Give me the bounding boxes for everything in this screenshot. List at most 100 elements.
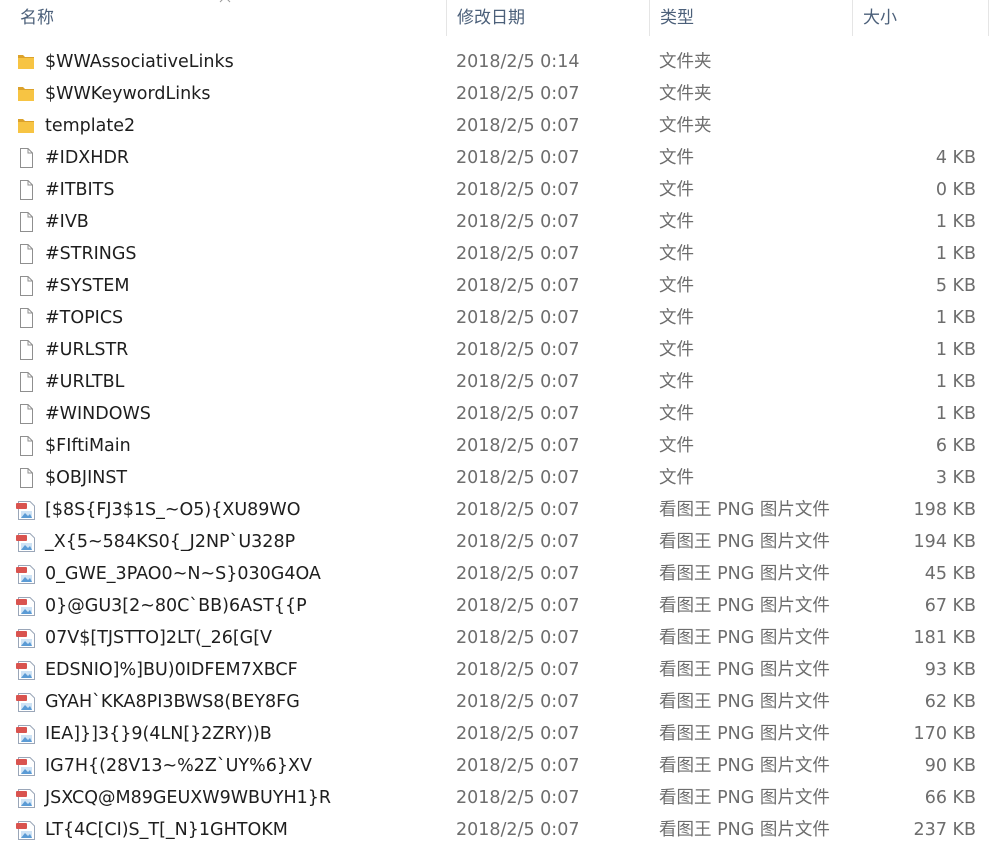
file-row[interactable]: #URLSTR 2018/2/5 0:07 文件 1 KB xyxy=(0,334,1001,366)
file-row[interactable]: 07V$[TJSTTO]2LT(_26[G[V 2018/2/5 0:07 看图… xyxy=(0,622,1001,654)
file-name: #TOPICS xyxy=(45,308,124,328)
file-modified-date: 2018/2/5 0:07 xyxy=(456,820,580,840)
file-row[interactable]: 0_GWE_3PAO0~N~S}030G4OA 2018/2/5 0:07 看图… xyxy=(0,558,1001,590)
file-row[interactable]: #URLTBL 2018/2/5 0:07 文件 1 KB xyxy=(0,366,1001,398)
file-size: 3 KB xyxy=(935,468,976,488)
file-modified-date: 2018/2/5 0:07 xyxy=(456,244,580,264)
png-image-icon xyxy=(15,564,37,584)
file-name: $WWAssociativeLinks xyxy=(45,52,234,72)
file-modified-date: 2018/2/5 0:07 xyxy=(456,436,580,456)
column-header-date[interactable]: 修改日期 xyxy=(447,0,649,36)
file-size: 62 KB xyxy=(924,692,976,712)
file-type: 文件 xyxy=(659,468,694,488)
file-row[interactable]: IG7H{(28V13~%2Z`UY%6}XV 2018/2/5 0:07 看图… xyxy=(0,750,1001,782)
file-type: 文件 xyxy=(659,436,694,456)
file-icon xyxy=(15,244,37,264)
file-name: #STRINGS xyxy=(45,244,137,264)
file-name: $FIftiMain xyxy=(45,436,131,456)
file-icon xyxy=(15,372,37,392)
file-icon xyxy=(15,148,37,168)
file-row[interactable]: #ITBITS 2018/2/5 0:07 文件 0 KB xyxy=(0,174,1001,206)
folder-icon xyxy=(15,52,37,72)
column-header-name[interactable]: 名称 xyxy=(20,0,445,36)
file-icon xyxy=(15,468,37,488)
file-type: 看图王 PNG 图片文件 xyxy=(659,532,830,552)
file-row[interactable]: $WWKeywordLinks 2018/2/5 0:07 文件夹 xyxy=(0,78,1001,110)
column-header-size[interactable]: 大小 xyxy=(853,0,988,36)
file-modified-date: 2018/2/5 0:07 xyxy=(456,84,580,104)
file-modified-date: 2018/2/5 0:07 xyxy=(456,116,580,136)
file-modified-date: 2018/2/5 0:07 xyxy=(456,788,580,808)
file-row[interactable]: #WINDOWS 2018/2/5 0:07 文件 1 KB xyxy=(0,398,1001,430)
file-row[interactable]: #STRINGS 2018/2/5 0:07 文件 1 KB xyxy=(0,238,1001,270)
file-size: 4 KB xyxy=(935,148,976,168)
file-list: $WWAssociativeLinks 2018/2/5 0:14 文件夹 $W… xyxy=(0,46,1001,846)
file-row[interactable]: GYAH`KKA8PI3BWS8(BEY8FG 2018/2/5 0:07 看图… xyxy=(0,686,1001,718)
file-row[interactable]: 0}@GU3[2~80C`BB)6AST{{P 2018/2/5 0:07 看图… xyxy=(0,590,1001,622)
png-image-icon xyxy=(15,596,37,616)
file-modified-date: 2018/2/5 0:07 xyxy=(456,564,580,584)
file-icon xyxy=(15,404,37,424)
file-type: 文件 xyxy=(659,148,694,168)
file-row[interactable]: #IDXHDR 2018/2/5 0:07 文件 4 KB xyxy=(0,142,1001,174)
file-row[interactable]: $OBJINST 2018/2/5 0:07 文件 3 KB xyxy=(0,462,1001,494)
file-type: 看图王 PNG 图片文件 xyxy=(659,756,830,776)
file-row[interactable]: _X{5~584KS0{_J2NP`U328P 2018/2/5 0:07 看图… xyxy=(0,526,1001,558)
file-size: 45 KB xyxy=(924,564,976,584)
file-row[interactable]: $FIftiMain 2018/2/5 0:07 文件 6 KB xyxy=(0,430,1001,462)
file-size: 1 KB xyxy=(935,308,976,328)
file-name: LT{4C[CI)S_T[_N}1GHTOKM xyxy=(45,820,288,840)
file-type: 看图王 PNG 图片文件 xyxy=(659,628,830,648)
file-row[interactable]: #TOPICS 2018/2/5 0:07 文件 1 KB xyxy=(0,302,1001,334)
file-modified-date: 2018/2/5 0:07 xyxy=(456,276,580,296)
file-type: 看图王 PNG 图片文件 xyxy=(659,788,830,808)
file-name: [$8S{FJ3$1S_~O5){XU89WO xyxy=(45,500,301,520)
png-image-icon xyxy=(15,660,37,680)
file-modified-date: 2018/2/5 0:07 xyxy=(456,628,580,648)
file-modified-date: 2018/2/5 0:07 xyxy=(456,596,580,616)
png-image-icon xyxy=(15,788,37,808)
column-separator[interactable] xyxy=(988,0,989,36)
file-size: 67 KB xyxy=(924,596,976,616)
file-name: _X{5~584KS0{_J2NP`U328P xyxy=(45,532,296,552)
file-name: JSXCQ@M89GEUXW9WBUYH1}R xyxy=(45,788,332,808)
png-image-icon xyxy=(15,820,37,840)
file-name: 07V$[TJSTTO]2LT(_26[G[V xyxy=(45,628,273,648)
file-row[interactable]: template2 2018/2/5 0:07 文件夹 xyxy=(0,110,1001,142)
png-image-icon xyxy=(15,756,37,776)
png-image-icon xyxy=(15,692,37,712)
file-row[interactable]: [$8S{FJ3$1S_~O5){XU89WO 2018/2/5 0:07 看图… xyxy=(0,494,1001,526)
file-row[interactable]: EDSNIO]%]BU)0IDFEM7XBCF 2018/2/5 0:07 看图… xyxy=(0,654,1001,686)
file-name: #URLTBL xyxy=(45,372,125,392)
column-header-type[interactable]: 类型 xyxy=(650,0,852,36)
file-name: $WWKeywordLinks xyxy=(45,84,211,104)
file-size: 0 KB xyxy=(935,180,976,200)
file-size: 6 KB xyxy=(935,436,976,456)
file-name: #ITBITS xyxy=(45,180,115,200)
file-type: 文件 xyxy=(659,308,694,328)
file-name: #SYSTEM xyxy=(45,276,130,296)
file-row[interactable]: LT{4C[CI)S_T[_N}1GHTOKM 2018/2/5 0:07 看图… xyxy=(0,814,1001,846)
file-row[interactable]: $WWAssociativeLinks 2018/2/5 0:14 文件夹 xyxy=(0,46,1001,78)
file-name: #IVB xyxy=(45,212,89,232)
file-type: 文件 xyxy=(659,276,694,296)
folder-icon xyxy=(15,116,37,136)
file-row[interactable]: #SYSTEM 2018/2/5 0:07 文件 5 KB xyxy=(0,270,1001,302)
file-icon xyxy=(15,340,37,360)
file-modified-date: 2018/2/5 0:07 xyxy=(456,500,580,520)
file-name: #WINDOWS xyxy=(45,404,151,424)
file-size: 1 KB xyxy=(935,372,976,392)
file-size: 5 KB xyxy=(935,276,976,296)
file-type: 看图王 PNG 图片文件 xyxy=(659,692,830,712)
folder-icon xyxy=(15,84,37,104)
file-row[interactable]: IEA]}]3{}9(4LN[}2ZRY))B 2018/2/5 0:07 看图… xyxy=(0,718,1001,750)
file-row[interactable]: JSXCQ@M89GEUXW9WBUYH1}R 2018/2/5 0:07 看图… xyxy=(0,782,1001,814)
file-row[interactable]: #IVB 2018/2/5 0:07 文件 1 KB xyxy=(0,206,1001,238)
file-modified-date: 2018/2/5 0:07 xyxy=(456,212,580,232)
file-modified-date: 2018/2/5 0:07 xyxy=(456,372,580,392)
column-header-bar: 名称 修改日期 类型 大小 xyxy=(0,0,1001,36)
file-size: 1 KB xyxy=(935,212,976,232)
file-type: 文件 xyxy=(659,404,694,424)
file-modified-date: 2018/2/5 0:07 xyxy=(456,148,580,168)
file-type: 文件 xyxy=(659,340,694,360)
